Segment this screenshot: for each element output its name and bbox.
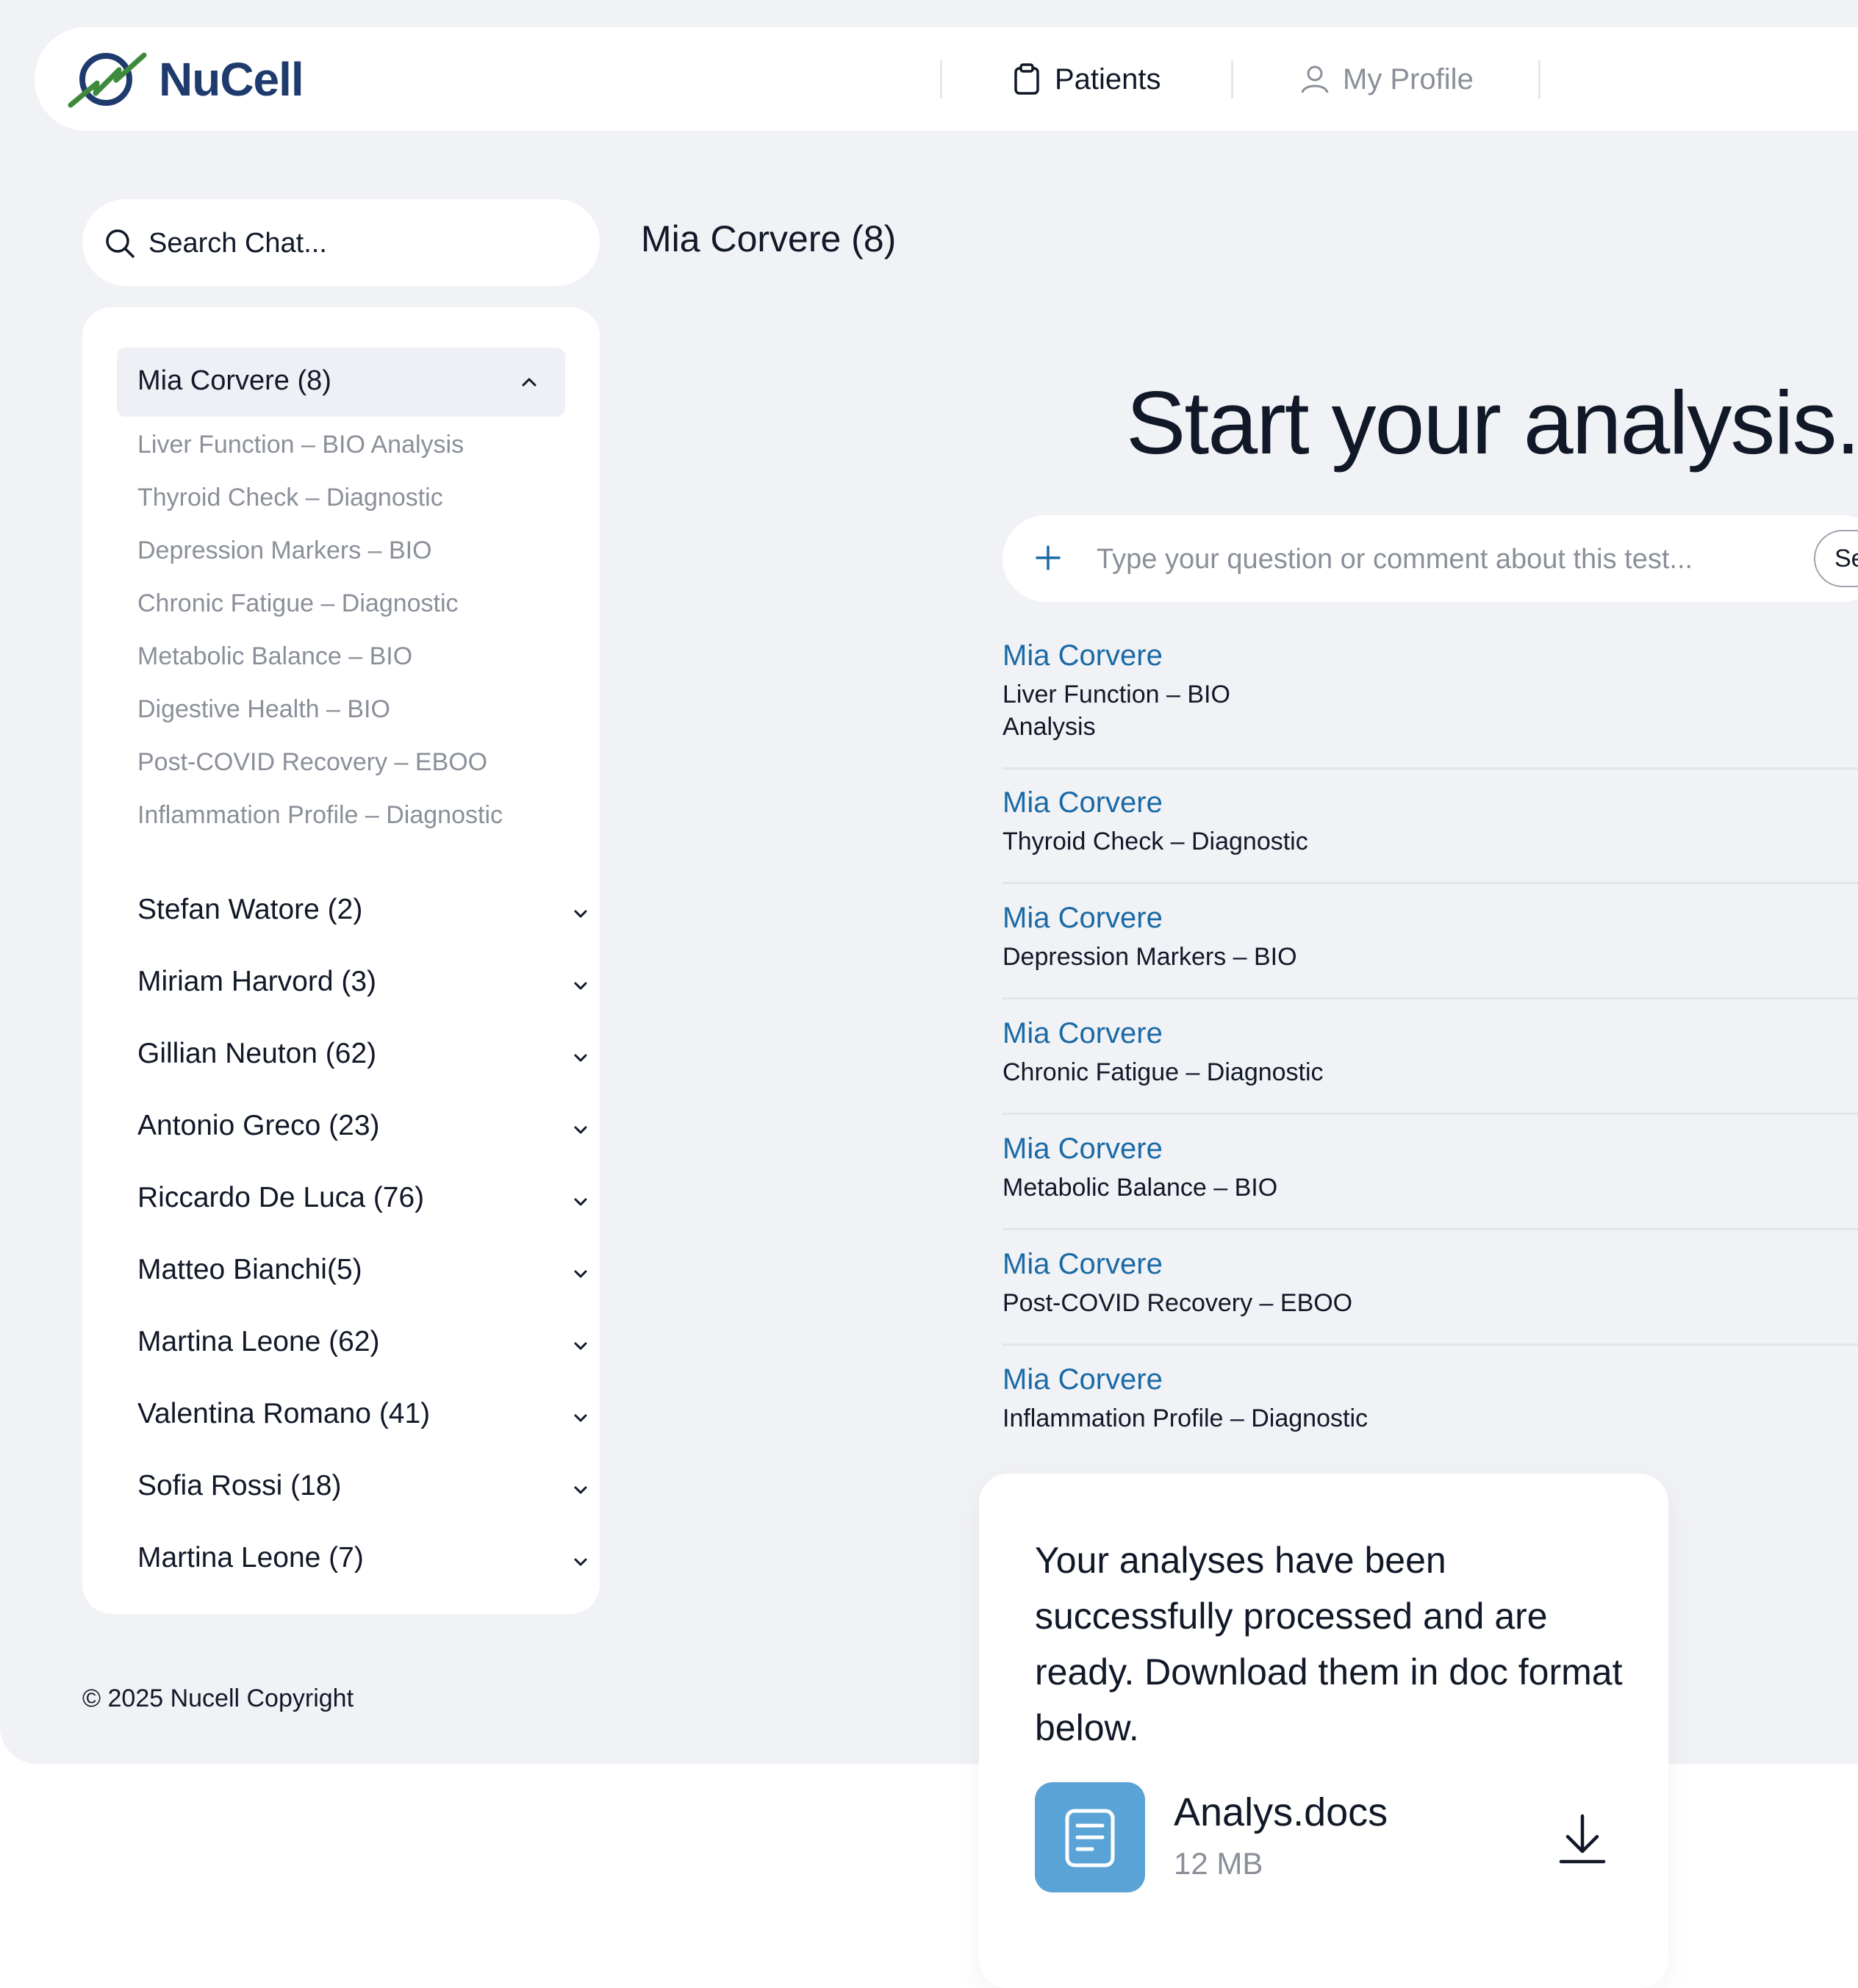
analysis-item[interactable]: Post-COVID Recovery – EBOO xyxy=(137,748,487,777)
divider xyxy=(1002,1113,1858,1115)
chevron-down-icon[interactable] xyxy=(571,1048,590,1067)
patient-group[interactable]: Sofia Rossi (18) xyxy=(137,1464,587,1508)
patient-group-label: Stefan Watore (2) xyxy=(137,894,363,925)
analysis-item[interactable]: Digestive Health – BIO xyxy=(137,695,390,724)
popup-message: Your analyses have been successfully pro… xyxy=(1035,1540,1623,1748)
logo[interactable]: NuCell xyxy=(68,48,304,111)
file-size: 12 MB xyxy=(1174,1846,1263,1881)
hero-heading: Start your analysis. xyxy=(1126,373,1858,473)
user-icon xyxy=(1301,65,1329,93)
patient-group-label: Martina Leone (62) xyxy=(137,1326,380,1357)
nav-my-profile[interactable]: My Profile xyxy=(1300,57,1474,102)
copyright-text: © 2025 Nucell Copyright xyxy=(82,1684,354,1712)
chevron-up-icon[interactable] xyxy=(520,373,539,392)
chevron-down-icon[interactable] xyxy=(571,1192,590,1211)
divider xyxy=(1002,767,1858,769)
patient-group-label: Sofia Rossi (18) xyxy=(137,1470,342,1501)
analysis-item[interactable]: Chronic Fatigue – Diagnostic xyxy=(137,589,459,618)
download-popup: Your analyses have been successfully pro… xyxy=(979,1474,1668,1988)
patient-group-label: Riccardo De Luca (76) xyxy=(137,1182,425,1213)
result-test-name: Depression Markers – BIO xyxy=(1002,943,1297,971)
chevron-down-icon[interactable] xyxy=(571,1264,590,1283)
analysis-item[interactable]: Thyroid Check – Diagnostic xyxy=(137,484,443,512)
divider xyxy=(1002,1228,1858,1230)
result-patient-name: Mia Corvere xyxy=(1002,1363,1163,1396)
nav-divider xyxy=(940,60,942,98)
nav-my-profile-label: My Profile xyxy=(1343,62,1474,96)
chevron-down-icon[interactable] xyxy=(571,976,590,995)
chevron-down-icon[interactable] xyxy=(571,904,590,923)
analysis-item[interactable]: Liver Function – BIO Analysis xyxy=(137,431,464,459)
result-patient-name: Mia Corvere xyxy=(1002,902,1163,934)
result-test-name: Inflammation Profile – Diagnostic xyxy=(1002,1404,1369,1432)
patient-group[interactable]: Martina Leone (7) xyxy=(137,1536,587,1580)
patient-group-mia-corvere[interactable]: Mia Corvere (8) xyxy=(117,348,565,417)
nav-patients[interactable]: Patients xyxy=(1012,57,1161,102)
chevron-down-icon[interactable] xyxy=(571,1336,590,1355)
nav-patients-label: Patients xyxy=(1055,62,1161,96)
chevron-down-icon[interactable] xyxy=(571,1120,590,1139)
patient-group[interactable]: Antonio Greco (23) xyxy=(137,1104,587,1148)
result-patient-name: Mia Corvere xyxy=(1002,1133,1163,1165)
brand-name: NuCell xyxy=(159,53,304,106)
clipboard-icon xyxy=(1014,63,1039,95)
divider xyxy=(1002,997,1858,1000)
result-item[interactable]: Mia Corvere Depression Markers – BIO xyxy=(1002,902,1858,1000)
analysis-item[interactable]: Inflammation Profile – Diagnostic xyxy=(137,801,503,830)
divider xyxy=(1002,882,1858,884)
patient-sidebar: Mia Corvere (8) Liver Function – BIO Ana… xyxy=(82,307,600,1614)
patient-group-label: Valentina Romano (41) xyxy=(137,1398,431,1429)
result-test-name: Metabolic Balance – BIO xyxy=(1002,1174,1278,1202)
patient-group-label: Martina Leone (7) xyxy=(137,1542,364,1573)
search-chat xyxy=(82,199,600,286)
result-patient-name: Mia Corvere xyxy=(1002,1017,1163,1049)
analysis-item[interactable]: Depression Markers – BIO xyxy=(137,537,432,565)
result-patient-name: Mia Corvere xyxy=(1002,1248,1163,1280)
question-input[interactable] xyxy=(1095,537,1745,581)
patient-group[interactable]: Valentina Romano (41) xyxy=(137,1392,587,1436)
patient-group[interactable]: Gillian Neuton (62) xyxy=(137,1032,587,1076)
file-tile[interactable] xyxy=(1035,1782,1145,1892)
divider xyxy=(1002,1343,1858,1346)
result-test-name: Thyroid Check – Diagnostic xyxy=(1002,828,1308,855)
patient-group[interactable]: Riccardo De Luca (76) xyxy=(137,1176,587,1220)
patient-group[interactable]: Martina Leone (62) xyxy=(137,1320,587,1364)
chevron-down-icon[interactable] xyxy=(571,1480,590,1499)
result-patient-name: Mia Corvere xyxy=(1002,786,1163,819)
file-name[interactable]: Analys.docs xyxy=(1174,1790,1388,1835)
patient-group-label: Gillian Neuton (62) xyxy=(137,1038,377,1069)
result-item[interactable]: Mia Corvere Liver Function – BIO Analysi… xyxy=(1002,639,1858,769)
patient-group-label: Miriam Harvord (3) xyxy=(137,966,377,997)
result-test-name: Liver Function – BIO Analysis xyxy=(1002,681,1230,741)
patient-group[interactable]: Stefan Watore (2) xyxy=(137,888,587,932)
chevron-down-icon[interactable] xyxy=(571,1552,590,1571)
search-icon xyxy=(106,229,134,258)
patient-group[interactable]: Matteo Bianchi(5) xyxy=(137,1248,587,1292)
send-button[interactable]: Se xyxy=(1814,530,1858,587)
result-patient-name: Mia Corvere xyxy=(1002,639,1163,672)
nav-divider xyxy=(1231,60,1233,98)
patient-group[interactable]: Miriam Harvord (3) xyxy=(137,960,587,1004)
patient-group-label: Antonio Greco (23) xyxy=(137,1110,380,1141)
document-icon xyxy=(1065,1809,1115,1867)
chevron-down-icon[interactable] xyxy=(571,1408,590,1427)
result-item[interactable]: Mia Corvere Post-COVID Recovery – EBOO xyxy=(1002,1248,1858,1346)
top-navigation: NuCell Patients My Profile xyxy=(35,27,1858,131)
result-test-name: Post-COVID Recovery – EBOO xyxy=(1002,1289,1353,1317)
result-item[interactable]: Mia Corvere Inflammation Profile – Diagn… xyxy=(1002,1363,1858,1435)
plus-icon[interactable] xyxy=(1030,540,1066,575)
patient-group-label: Matteo Bianchi(5) xyxy=(137,1254,362,1285)
analysis-item[interactable]: Metabolic Balance – BIO xyxy=(137,642,412,671)
download-icon[interactable] xyxy=(1558,1813,1607,1866)
nucell-logo-icon xyxy=(68,52,147,108)
result-item[interactable]: Mia Corvere Metabolic Balance – BIO xyxy=(1002,1133,1858,1230)
result-test-name: Chronic Fatigue – Diagnostic xyxy=(1002,1058,1324,1086)
message-composer: Se xyxy=(1002,515,1858,602)
search-input[interactable] xyxy=(147,221,576,265)
patient-group-label: Mia Corvere (8) xyxy=(137,365,331,396)
nav-divider xyxy=(1538,60,1540,98)
page-title: Mia Corvere (8) xyxy=(641,218,897,259)
result-item[interactable]: Mia Corvere Thyroid Check – Diagnostic xyxy=(1002,786,1858,884)
result-item[interactable]: Mia Corvere Chronic Fatigue – Diagnostic xyxy=(1002,1017,1858,1115)
